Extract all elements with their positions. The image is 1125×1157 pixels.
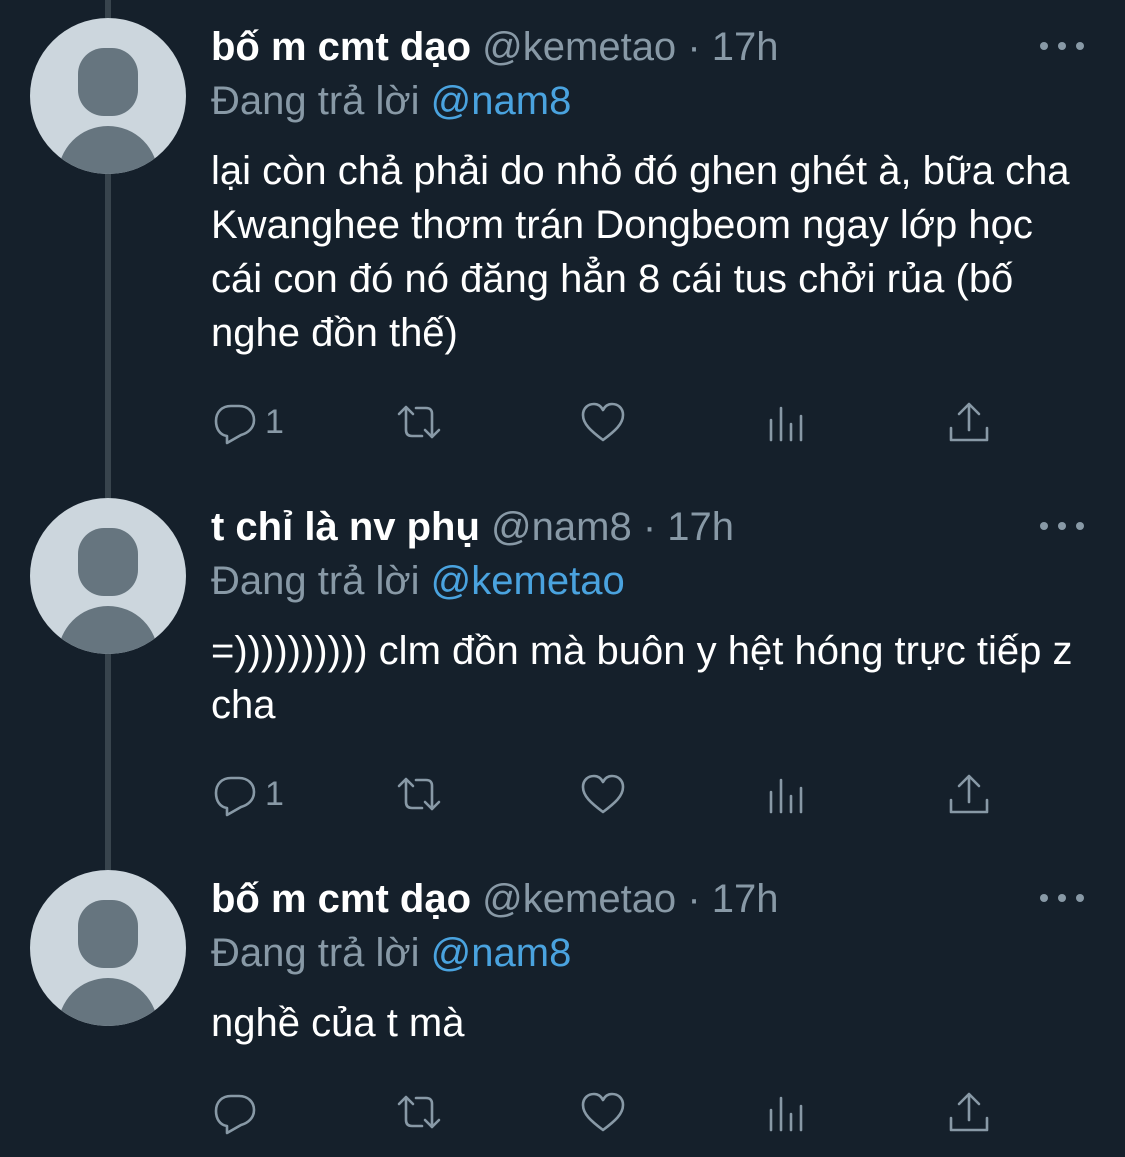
retweet-button[interactable] (395, 396, 443, 448)
avatar[interactable] (30, 498, 186, 654)
like-icon (581, 1092, 625, 1132)
retweet-icon (397, 405, 441, 439)
separator-dot: · (642, 505, 657, 549)
action-bar: 1 (211, 396, 1011, 448)
display-name[interactable]: bố m cmt dạo (211, 877, 471, 921)
reply-icon (214, 404, 256, 445)
like-icon (581, 402, 625, 442)
more-dot (1040, 522, 1048, 530)
reply-icon (214, 776, 256, 817)
action-bar (211, 1086, 1011, 1138)
share-button[interactable] (945, 1086, 993, 1138)
tweet-text: lại còn chả phải do nhỏ đó ghen ghét à, … (211, 149, 1070, 355)
avatar[interactable] (30, 18, 186, 174)
analytics-button[interactable] (763, 768, 811, 820)
timestamp[interactable]: 17h (712, 877, 779, 921)
more-dot (1058, 522, 1066, 530)
replying-to: Đang trả lời @kemetao (211, 556, 625, 606)
display-name[interactable]: t chỉ là nv phụ (211, 505, 480, 549)
more-options-button[interactable] (1040, 892, 1084, 904)
replying-to-mention[interactable]: @kemetao (431, 559, 625, 603)
timestamp[interactable]: 17h (667, 505, 734, 549)
more-dot (1058, 42, 1066, 50)
retweet-icon (397, 777, 441, 811)
replying-prefix: Đang trả lời (211, 931, 420, 975)
tweet-header: bố m cmt dạo @kemetao · 17h (211, 874, 779, 924)
action-bar: 1 (211, 768, 1011, 820)
replying-prefix: Đang trả lời (211, 79, 420, 123)
replying-to: Đang trả lời @nam8 (211, 76, 571, 126)
thread-line (105, 174, 111, 498)
more-dot (1076, 42, 1084, 50)
retweet-button[interactable] (395, 768, 443, 820)
analytics-icon (769, 778, 803, 814)
avatar-head (78, 48, 138, 116)
like-button[interactable] (579, 396, 627, 448)
user-handle[interactable]: @kemetao (482, 877, 676, 921)
separator-dot: · (687, 25, 701, 69)
like-button[interactable] (579, 1086, 627, 1138)
more-dot (1076, 522, 1084, 530)
analytics-icon (769, 406, 803, 442)
analytics-icon (769, 1096, 803, 1132)
retweet-icon (397, 1095, 441, 1129)
avatar[interactable] (30, 870, 186, 1026)
share-icon (949, 774, 989, 814)
more-options-button[interactable] (1040, 520, 1084, 532)
analytics-button[interactable] (763, 396, 811, 448)
more-dot (1076, 894, 1084, 902)
thread-line (105, 654, 111, 870)
avatar-head (78, 528, 138, 596)
reply-button[interactable]: 1 (211, 768, 284, 820)
avatar-head (78, 900, 138, 968)
replying-to-mention[interactable]: @nam8 (431, 79, 572, 123)
like-button[interactable] (579, 768, 627, 820)
reply-count: 1 (265, 774, 284, 813)
more-dot (1058, 894, 1066, 902)
timestamp[interactable]: 17h (712, 25, 779, 69)
reply-button[interactable] (211, 1086, 265, 1138)
avatar-shoulders (58, 126, 158, 174)
more-dot (1040, 42, 1048, 50)
reply-icon (214, 1094, 256, 1135)
more-options-button[interactable] (1040, 40, 1084, 52)
tweet-header: t chỉ là nv phụ @nam8 · 17h (211, 502, 734, 552)
share-icon (949, 1092, 989, 1132)
share-icon (949, 402, 989, 442)
avatar-shoulders (58, 606, 158, 654)
replying-prefix: Đang trả lời (211, 559, 420, 603)
share-button[interactable] (945, 768, 993, 820)
analytics-button[interactable] (763, 1086, 811, 1138)
user-handle[interactable]: @kemetao (482, 25, 676, 69)
reply-count: 1 (265, 402, 284, 441)
avatar-shoulders (58, 978, 158, 1026)
replying-to: Đang trả lời @nam8 (211, 928, 571, 978)
like-icon (581, 774, 625, 814)
separator-dot: · (687, 877, 701, 921)
user-handle[interactable]: @nam8 (491, 505, 632, 549)
tweet-header: bố m cmt dạo @kemetao · 17h (211, 22, 779, 72)
more-dot (1040, 894, 1048, 902)
retweet-button[interactable] (395, 1086, 443, 1138)
tweet-text: =)))))))))) clm đồn mà buôn y hệt hóng t… (211, 629, 1073, 727)
display-name[interactable]: bố m cmt dạo (211, 25, 471, 69)
share-button[interactable] (945, 396, 993, 448)
tweet-text: nghề của t mà (211, 1001, 465, 1045)
reply-button[interactable]: 1 (211, 396, 284, 448)
thread-line (105, 0, 111, 18)
replying-to-mention[interactable]: @nam8 (431, 931, 572, 975)
